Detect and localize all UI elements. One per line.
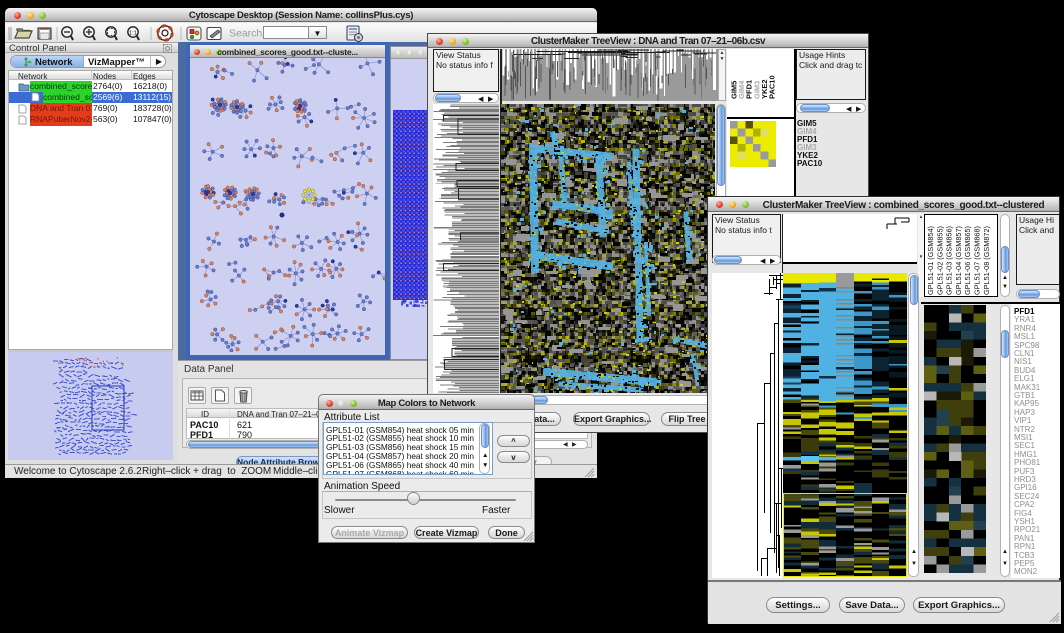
- svg-text:1:1: 1:1: [129, 31, 137, 37]
- svg-text:GPL51-04 (GSM857): GPL51-04 (GSM857): [954, 226, 963, 295]
- svg-text:GPL51-08 (GSM872): GPL51-08 (GSM872): [982, 226, 991, 295]
- svg-text:GPL51-06 (GSM865): GPL51-06 (GSM865): [963, 226, 972, 295]
- svg-text:GPL51-03 (GSM856): GPL51-03 (GSM856): [945, 226, 954, 295]
- svg-text:Search:: Search:: [229, 28, 265, 40]
- svg-text:GPL51-07 (GSM868): GPL51-07 (GSM868): [973, 226, 982, 295]
- svg-text:GPL51-02 (GSM855): GPL51-02 (GSM855): [935, 226, 944, 295]
- svg-text:PAC10: PAC10: [768, 75, 777, 99]
- svg-text:GPL51-01 (GSM854): GPL51-01 (GSM854): [926, 226, 935, 295]
